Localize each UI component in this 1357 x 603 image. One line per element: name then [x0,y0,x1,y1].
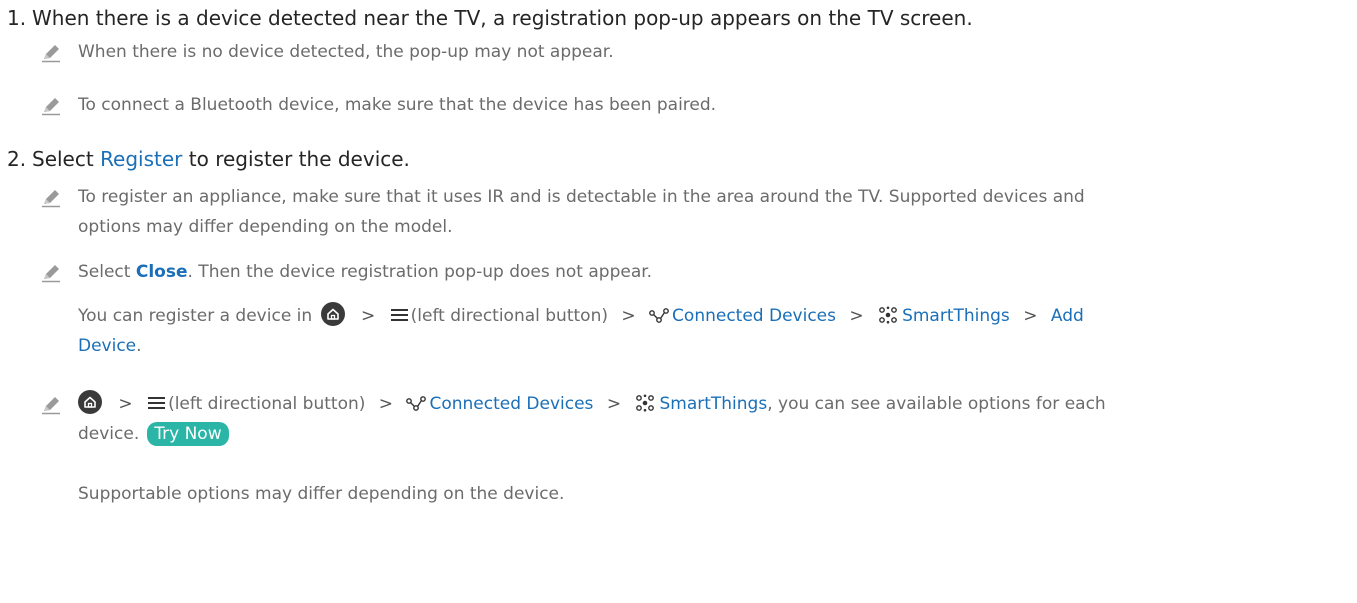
add-device-link[interactable]: Add [1051,306,1084,326]
close-link[interactable]: Close [136,262,188,282]
chevron-right-icon: > [378,394,394,414]
sub-text-pre: You can register a device in [78,306,313,326]
pencil-icon [42,397,60,415]
note-text-post: , you can see available options for each [767,394,1106,414]
step-number: 2. [7,147,27,171]
chevron-right-icon: > [118,394,133,414]
note-text: When there is no device detected, the po… [78,42,614,62]
note-item: When there is no device detected, the po… [40,37,1350,67]
chevron-right-icon: > [849,306,864,326]
sub-paragraph: You can register a device in > (left dir… [78,301,1348,361]
note-text-line-2: options may differ depending on the mode… [78,217,453,237]
smartthings-icon [879,306,897,324]
sub-paragraph: Supportable options may differ depending… [78,479,1348,509]
note-text-line-1: To register an appliance, make sure that… [78,187,1085,207]
pencil-icon [42,190,60,208]
pencil-icon [42,45,60,63]
chevron-right-icon: > [606,394,622,414]
menu-icon [390,309,408,321]
note-item: To register an appliance, make sure that… [40,182,1350,242]
step-number: 1. [7,6,27,30]
note-item: To connect a Bluetooth device, make sure… [40,90,1350,120]
chevron-right-icon: > [361,306,376,326]
step-text-post: to register the device. [182,147,410,171]
register-link[interactable]: Register [100,147,182,171]
try-now-button[interactable]: Try Now [147,422,229,446]
chevron-right-icon: > [1023,306,1038,326]
step-2: 2. Select Register to register the device… [7,146,410,172]
pencil-icon [42,98,60,116]
step-1: 1. When there is a device detected near t… [7,5,973,31]
menu-text: (left directional button) [168,394,366,414]
menu-text: (left directional button) [410,306,608,326]
smartthings-link[interactable]: SmartThings [659,394,767,414]
home-icon [320,302,345,326]
step-text: When there is a device detected near the… [32,6,973,30]
sub-text: Supportable options may differ depending… [78,484,565,504]
step-text-pre: Select [32,147,101,171]
sub-text-end: . [136,336,142,356]
menu-icon [148,397,166,409]
add-device-link-continued[interactable]: Device [78,336,136,356]
home-icon [78,390,102,414]
note-item: > (left directional button) > Connected … [40,389,1350,449]
connected-devices-link[interactable]: Connected Devices [672,306,836,326]
connected-devices-icon [649,308,669,323]
note-item: Select Close. Then the device registrati… [40,257,1350,287]
connected-devices-icon [406,396,427,411]
pencil-icon [42,265,60,283]
note-text-pre: Select [78,262,136,282]
connected-devices-link[interactable]: Connected Devices [429,394,593,414]
note-text: To connect a Bluetooth device, make sure… [78,95,717,115]
chevron-right-icon: > [621,306,636,326]
smartthings-link[interactable]: SmartThings [902,306,1010,326]
smartthings-icon [636,394,655,412]
note-text-post: . Then the device registration pop-up do… [187,262,653,282]
note-text-line-2: device. [78,424,140,444]
